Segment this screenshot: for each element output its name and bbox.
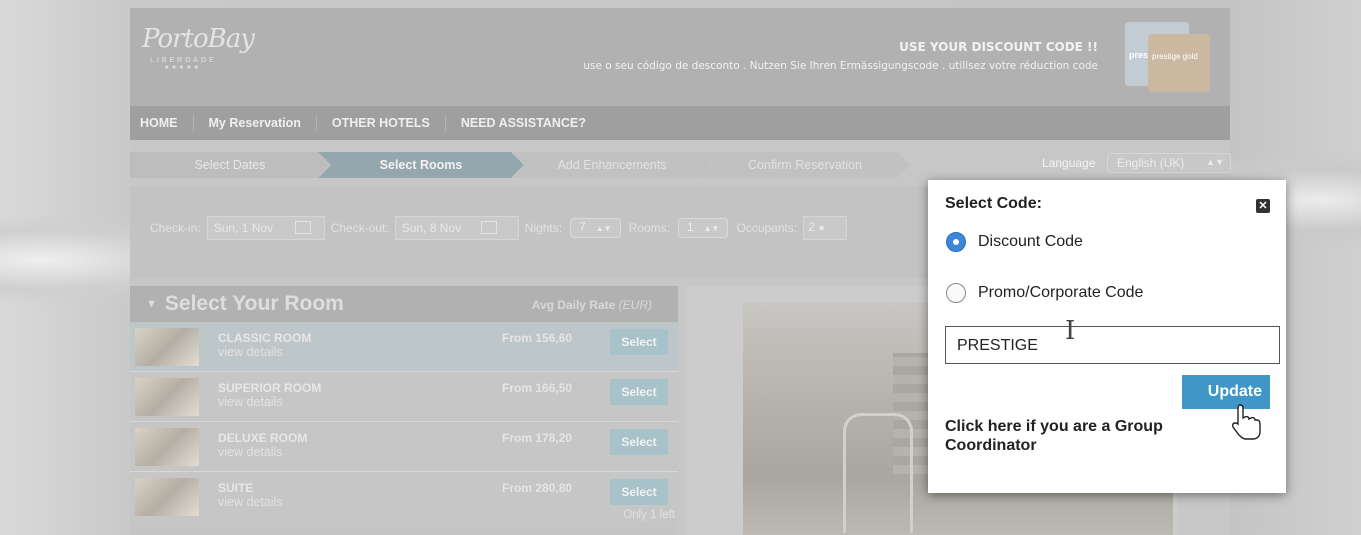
nights-value: 7 — [579, 220, 586, 234]
room-list-title[interactable]: ▼ Select Your Room — [146, 292, 344, 316]
select-code-dialog: Select Code: ✕ Discount Code Promo/Corpo… — [928, 180, 1286, 493]
search-row: Check-in: Sun, 1 Nov Check-out: Sun, 8 N… — [150, 216, 848, 240]
step-add-enhancements: Add Enhancements — [512, 152, 712, 178]
hand-pointer-icon — [1231, 404, 1261, 440]
select-arrows-icon: ▲▼ — [703, 224, 720, 233]
room-price: From 178,20 — [502, 431, 573, 445]
room-name: CLASSIC ROOM — [218, 331, 312, 345]
room-price: From 280,80 — [502, 481, 573, 495]
person-icon: ● — [818, 222, 825, 234]
room-thumbnail[interactable] — [135, 378, 199, 416]
checkin-value: Sun, 1 Nov — [213, 221, 274, 235]
avg-rate-text: Avg Daily Rate — [531, 298, 616, 312]
logo-subtitle: LIBERDADE — [150, 57, 217, 64]
language-select[interactable]: English (UK) ▲▼ — [1107, 153, 1231, 173]
promo-subtitle: use o seu código de desconto . Nutzen Si… — [583, 60, 1098, 72]
select-room-button[interactable]: Select — [610, 329, 668, 355]
text-cursor-icon: I — [1065, 316, 1076, 346]
rooms-select[interactable]: 1 ▲▼ — [677, 218, 729, 238]
occupants-label: Occupants: — [736, 221, 798, 235]
checkin-label: Check-in: — [150, 221, 201, 235]
room-row: DELUXE ROOM view details From 178,20 Sel… — [130, 422, 678, 472]
language-value: English (UK) — [1117, 156, 1185, 170]
rooms-value: 1 — [686, 220, 694, 234]
calendar-icon[interactable] — [295, 221, 312, 234]
room-row: SUITE view details From 280,80 Select On… — [130, 472, 678, 522]
view-details-link[interactable]: view details — [218, 495, 283, 509]
avg-rate-label: Avg Daily Rate (EUR) — [532, 298, 652, 312]
room-price: From 156,60 — [502, 331, 573, 345]
availability-note: Only 1 left — [623, 509, 675, 521]
nights-select[interactable]: 7 ▲▼ — [570, 218, 621, 238]
room-thumbnail[interactable] — [135, 328, 199, 366]
occupants-field[interactable]: 2 ● — [803, 216, 848, 240]
room-thumbnail[interactable] — [135, 478, 199, 516]
promo-code-option[interactable]: Promo/Corporate Code — [946, 283, 1143, 303]
site-header: PortoBay LIBERDADE ★★★★★ USE YOUR DISCOU… — [130, 8, 1230, 106]
dialog-title: Select Code: — [945, 195, 1042, 212]
view-details-link[interactable]: view details — [218, 395, 283, 409]
room-list-header: ▼ Select Your Room Avg Daily Rate (EUR) — [130, 286, 678, 322]
step-confirm-reservation: Confirm Reservation — [700, 152, 910, 178]
select-arrows-icon: ▲▼ — [1206, 157, 1224, 167]
view-details-link[interactable]: view details — [218, 445, 283, 459]
code-input[interactable]: PRESTIGE — [945, 326, 1280, 364]
language-label: Language — [1042, 156, 1096, 170]
select-room-button[interactable]: Select — [610, 429, 668, 455]
discount-code-radio[interactable] — [946, 232, 966, 252]
checkout-value: Sun, 8 Nov — [401, 221, 462, 235]
room-list-title-text: Select Your Room — [164, 292, 344, 315]
discount-code-label: Discount Code — [978, 233, 1083, 250]
select-room-button[interactable]: Select — [610, 479, 668, 505]
booking-steps: Select Dates Add Enhancements Confirm Re… — [130, 152, 920, 178]
code-input-value: PRESTIGE — [957, 337, 1038, 354]
room-price: From 166,50 — [502, 381, 573, 395]
view-details-link[interactable]: view details — [218, 345, 283, 359]
currency-label: (EUR) — [618, 298, 652, 312]
nav-other-hotels[interactable]: OTHER HOTELS — [317, 115, 446, 131]
select-room-button[interactable]: Select — [610, 379, 668, 405]
room-list-panel: ▼ Select Your Room Avg Daily Rate (EUR) C… — [130, 286, 678, 535]
hotel-logo: PortoBay LIBERDADE ★★★★★ — [142, 24, 255, 71]
nav-need-assistance[interactable]: NEED ASSISTANCE? — [446, 115, 601, 131]
room-name: SUPERIOR ROOM — [218, 381, 322, 395]
occupants-value: 2 — [808, 220, 815, 234]
room-row: SUPERIOR ROOM view details From 166,50 S… — [130, 372, 678, 422]
group-coordinator-link[interactable]: Click here if you are a Group Coordinato… — [945, 417, 1225, 455]
search-panel: Check-in: Sun, 1 Nov Check-out: Sun, 8 N… — [130, 186, 930, 278]
checkin-field[interactable]: Sun, 1 Nov — [206, 216, 325, 240]
step-select-rooms: Select Rooms — [318, 152, 524, 178]
checkout-field[interactable]: Sun, 8 Nov — [394, 216, 519, 240]
rooms-label: Rooms: — [628, 221, 670, 235]
prestige-gold-card-image: prestige gold — [1148, 34, 1210, 92]
discount-code-option[interactable]: Discount Code — [946, 232, 1083, 252]
nav-home[interactable]: HOME — [140, 115, 194, 131]
promo-code-label: Promo/Corporate Code — [978, 284, 1144, 301]
nights-label: Nights: — [524, 221, 563, 235]
calendar-icon[interactable] — [481, 221, 498, 234]
room-thumbnail[interactable] — [135, 428, 199, 466]
close-icon[interactable]: ✕ — [1256, 199, 1270, 213]
room-name: DELUXE ROOM — [218, 431, 308, 445]
logo-stars: ★★★★★ — [164, 65, 201, 71]
collapse-triangle-icon: ▼ — [146, 298, 157, 310]
select-arrows-icon: ▲▼ — [595, 224, 612, 233]
checkout-label: Check-out: — [330, 221, 389, 235]
photo-handrail — [843, 413, 913, 533]
room-name: SUITE — [218, 481, 254, 495]
promo-code-radio[interactable] — [946, 283, 966, 303]
logo-script: PortoBay — [142, 24, 255, 54]
main-nav: HOME My Reservation OTHER HOTELS NEED AS… — [130, 106, 1230, 140]
nav-my-reservation[interactable]: My Reservation — [194, 115, 317, 131]
room-row: CLASSIC ROOM view details From 156,60 Se… — [130, 322, 678, 372]
step-select-dates[interactable]: Select Dates — [130, 152, 330, 178]
promo-title: USE YOUR DISCOUNT CODE !! — [899, 40, 1098, 54]
